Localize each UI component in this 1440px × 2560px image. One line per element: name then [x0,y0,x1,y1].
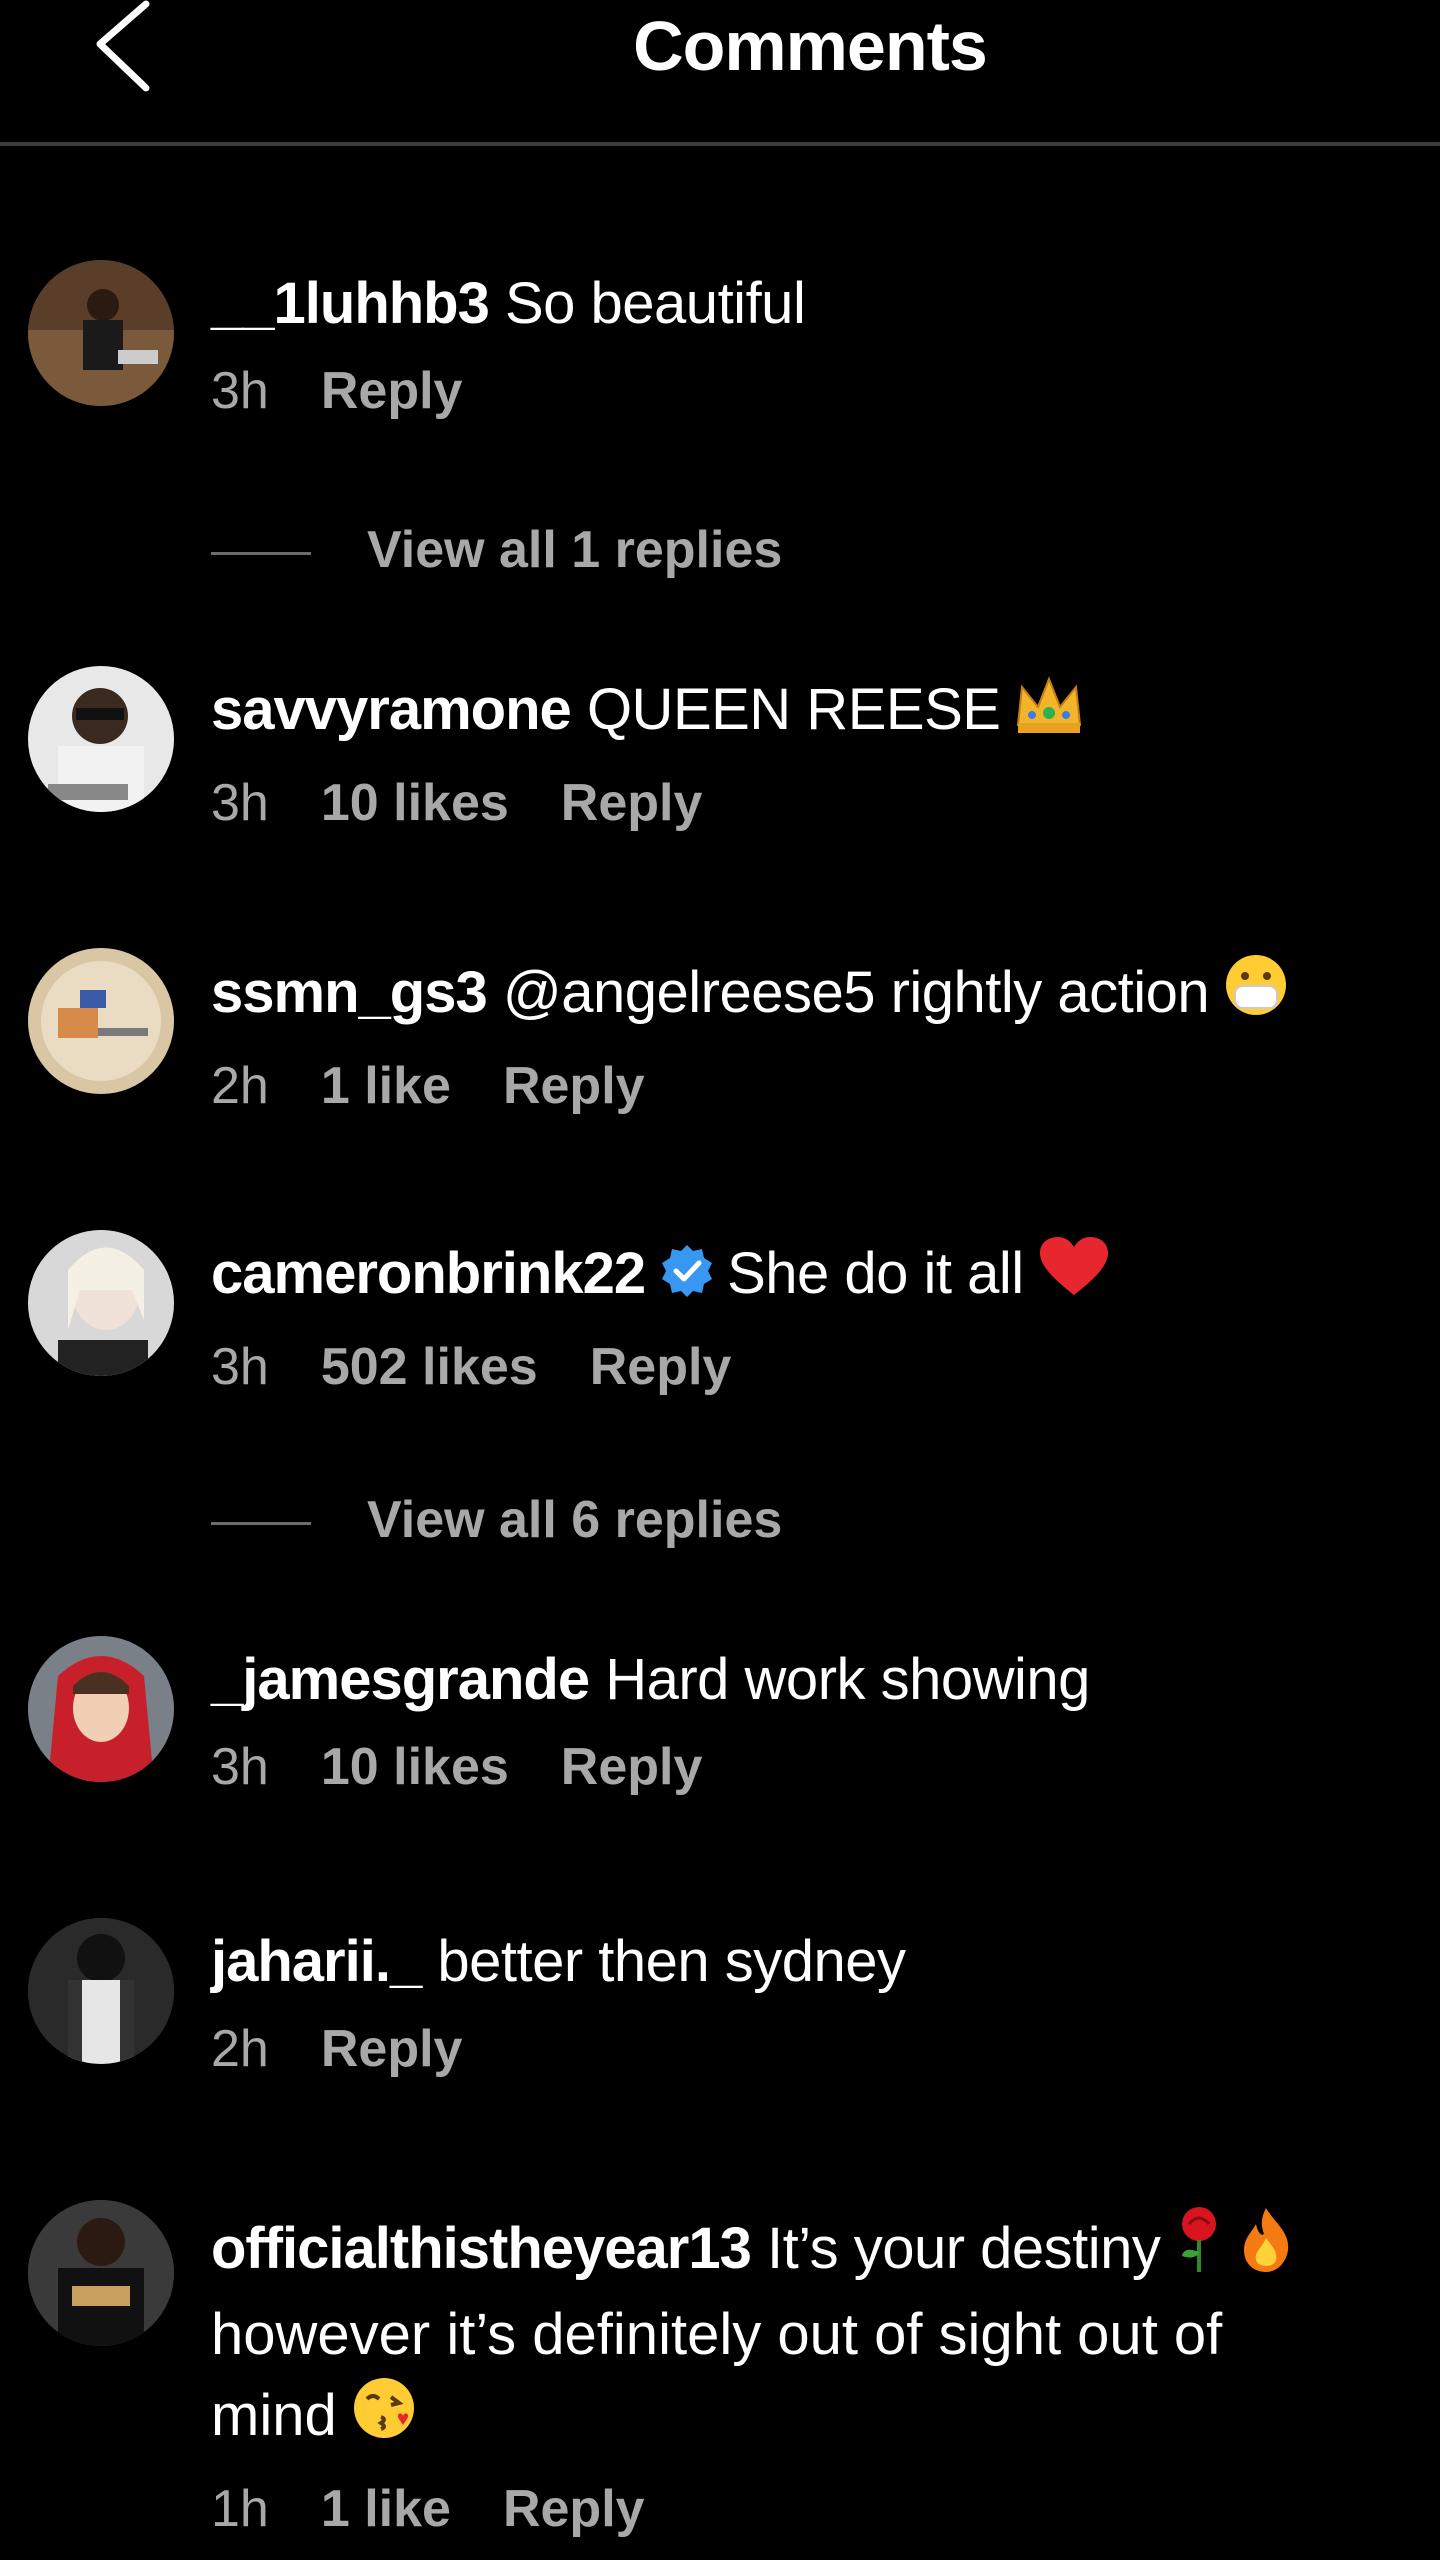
rose-icon [1174,2204,1224,2295]
view-replies-label: View all 6 replies [367,1491,783,1549]
comment-text-line3: mind [211,2383,337,2448]
avatar[interactable] [28,2200,174,2346]
reply-button[interactable]: Reply [321,2020,463,2078]
avatar[interactable] [28,1636,174,1782]
view-replies-button[interactable]: View all 1 replies [211,515,782,585]
reply-button[interactable]: Reply [503,2480,645,2538]
comment-text-line2: however it’s definitely out of sight out… [211,2302,1223,2367]
red-heart-emoji [1038,1235,1110,1320]
comment-time: 2h [211,2020,269,2078]
comment-username[interactable]: __1luhhb3 [211,271,490,336]
page-title: Comments [633,7,988,85]
avatar[interactable] [28,1230,174,1376]
reply-button[interactable]: Reply [590,1338,732,1396]
comment-text: She do it all [727,1241,1024,1306]
kissing-face-emoji [351,2375,417,2462]
comment-text: QUEEN REESE [586,677,1001,742]
comment-likes[interactable]: 10 likes [321,1738,509,1796]
reply-button[interactable]: Reply [321,362,463,420]
mask-face-emoji [1223,952,1289,1039]
reply-button[interactable]: Reply [561,1738,703,1796]
comment-username[interactable]: _jamesgrande [211,1647,590,1712]
comment-username[interactable]: jaharii._ [211,1929,422,1994]
comment-time: 3h [211,1738,269,1796]
comment-time: 3h [211,1338,269,1396]
fire-icon [1238,2204,1294,2295]
comment-time: 3h [211,774,269,832]
avatar[interactable] [28,666,174,812]
comment-username[interactable]: savvyramone [211,677,572,742]
reply-button[interactable]: Reply [503,1057,645,1115]
reply-button[interactable]: Reply [561,774,703,832]
comment-username[interactable]: ssmn_gs3 [211,960,488,1025]
header: Comments [0,0,1440,146]
comment-likes[interactable]: 1 like [321,1057,451,1115]
comment-text: Hard work showing [605,1647,1090,1712]
comment-time: 1h [211,2480,269,2538]
comment-time: 3h [211,362,269,420]
comment-likes[interactable]: 502 likes [321,1338,538,1396]
comment-text: It’s your destiny [767,2216,1161,2281]
comment-text: @angelreese5 rightly action [502,960,1210,1025]
comment-text: better then sydney [437,1929,906,1994]
avatar[interactable] [28,948,174,1094]
replies-dash [211,1521,311,1525]
view-replies-button[interactable]: View all 6 replies [211,1485,782,1555]
comment-time: 2h [211,1057,269,1115]
header-divider [0,142,1440,146]
comment-username[interactable]: cameronbrink22 [211,1241,646,1306]
avatar[interactable] [28,1918,174,2064]
avatar[interactable] [28,260,174,406]
crown-emoji [1014,673,1084,756]
view-replies-label: View all 1 replies [367,521,783,579]
comment-likes[interactable]: 10 likes [321,774,509,832]
verified-badge-icon [659,1240,715,1320]
replies-dash [211,551,311,555]
comment-username[interactable]: officialthistheyear13 [211,2216,752,2281]
comment-likes[interactable]: 1 like [321,2480,451,2538]
comment-text: So beautiful [504,271,806,336]
